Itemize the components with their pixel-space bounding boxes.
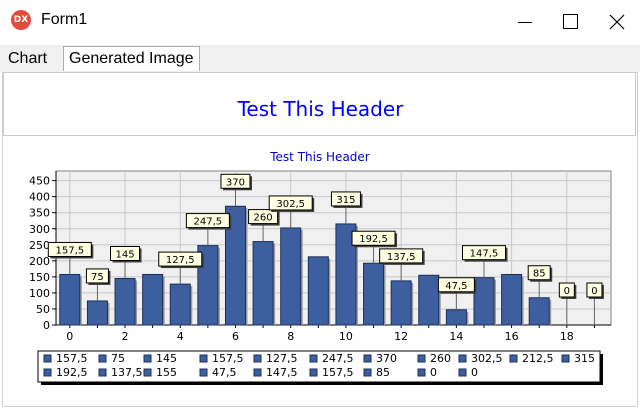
bar — [59, 273, 81, 326]
data-label: 137,5 — [387, 252, 416, 263]
bar — [363, 262, 385, 326]
data-label: 0 — [591, 286, 597, 297]
y-tick-label: 0 — [43, 319, 50, 332]
bar — [307, 256, 329, 326]
data-label: 147,5 — [470, 249, 499, 260]
legend-entry: 145 — [156, 352, 177, 365]
legend-entry: 0 — [430, 366, 437, 379]
legend-swatch — [199, 354, 208, 363]
y-tick-label: 300 — [29, 223, 50, 236]
bar — [142, 273, 164, 326]
legend-swatch — [363, 354, 372, 363]
bar — [86, 300, 108, 326]
data-label: 157,5 — [55, 245, 84, 256]
legend-swatch — [561, 354, 570, 363]
bar — [501, 273, 523, 326]
y-tick-label: 250 — [29, 239, 50, 252]
x-tick-label: 2 — [122, 330, 129, 343]
data-label: 260 — [254, 213, 273, 224]
legend-entry: 302,5 — [471, 352, 503, 365]
x-tick-label: 4 — [177, 330, 184, 343]
bar — [528, 297, 550, 326]
legend-entry: 157,5 — [212, 352, 244, 365]
legend-entry: 247,5 — [322, 352, 354, 365]
data-label: 192,5 — [359, 234, 388, 245]
legend-swatch — [253, 354, 262, 363]
legend-swatch — [143, 354, 152, 363]
legend-swatch — [98, 368, 107, 377]
data-label: 85 — [533, 269, 546, 280]
data-label: 370 — [226, 177, 245, 188]
data-label: 127,5 — [166, 255, 195, 266]
data-label: 145 — [115, 249, 134, 260]
y-tick-label: 100 — [29, 287, 50, 300]
x-tick-label: 16 — [505, 330, 519, 343]
legend-entry: 155 — [156, 366, 177, 379]
bar — [114, 277, 136, 326]
bar — [169, 283, 191, 326]
bar — [252, 241, 274, 326]
legend-swatch — [509, 354, 518, 363]
legend-swatch — [309, 354, 318, 363]
bar — [280, 227, 302, 326]
data-label: 75 — [91, 272, 104, 283]
legend-swatch — [417, 354, 426, 363]
y-tick-label: 400 — [29, 191, 50, 204]
data-label: 47,5 — [445, 281, 467, 292]
bar-chart: 0 50 100 150 200 250 300 350 400 450 0 2 4 6 8 10 12 14 16… — [29, 170, 612, 385]
legend-entry: 137,5 — [111, 366, 143, 379]
x-tick-label: 18 — [560, 330, 574, 343]
legend-swatch — [253, 368, 262, 377]
bar — [390, 280, 412, 326]
data-label: 302,5 — [276, 199, 305, 210]
x-tick-label: 14 — [449, 330, 463, 343]
legend-swatch — [98, 354, 107, 363]
legend-entry: 47,5 — [212, 366, 237, 379]
data-label: 247,5 — [194, 217, 223, 228]
legend-swatch — [43, 368, 52, 377]
legend-swatch — [199, 368, 208, 377]
legend-entry: 192,5 — [56, 366, 88, 379]
bar — [445, 309, 467, 326]
legend-entry: 147,5 — [266, 366, 298, 379]
y-tick-label: 200 — [29, 255, 50, 268]
bar — [418, 274, 440, 326]
legend-entry: 157,5 — [56, 352, 88, 365]
legend-entry: 85 — [376, 366, 390, 379]
legend-swatch — [363, 368, 372, 377]
legend-entry: 127,5 — [266, 352, 298, 365]
bar — [473, 277, 495, 326]
legend-entry: 212,5 — [522, 352, 554, 365]
legend-swatch — [417, 368, 426, 377]
legend-entry: 0 — [471, 366, 478, 379]
x-tick-label: 12 — [394, 330, 408, 343]
legend-entry: 157,5 — [322, 366, 354, 379]
y-tick-label: 150 — [29, 271, 50, 284]
legend-swatch — [458, 368, 467, 377]
y-tick-label: 50 — [36, 303, 50, 316]
x-tick-label: 10 — [339, 330, 353, 343]
y-tick-label: 350 — [29, 207, 50, 220]
legend-entry: 75 — [111, 352, 125, 365]
legend-entry: 260 — [430, 352, 451, 365]
legend-entry: 370 — [376, 352, 397, 365]
data-label: 315 — [336, 195, 355, 206]
y-tick-label: 450 — [29, 175, 50, 188]
legend-entry: 315 — [574, 352, 595, 365]
x-tick-label: 6 — [232, 330, 239, 343]
x-tick-label: 0 — [66, 330, 73, 343]
data-label: 0 — [564, 286, 570, 297]
x-tick-label: 8 — [287, 330, 294, 343]
legend-swatch — [143, 368, 152, 377]
legend-swatch — [43, 354, 52, 363]
legend-swatch — [309, 368, 318, 377]
legend-swatch — [458, 354, 467, 363]
